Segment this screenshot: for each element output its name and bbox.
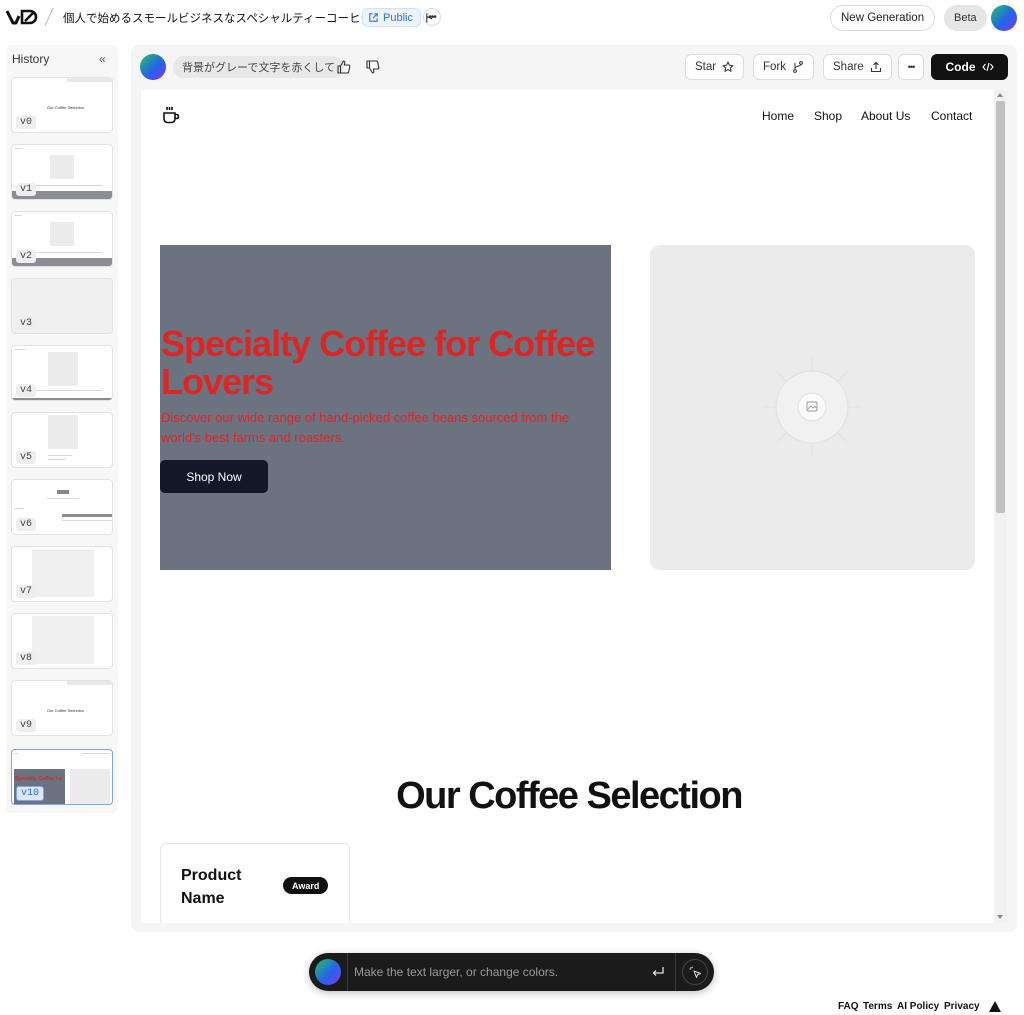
prompt-input[interactable] (354, 962, 634, 982)
star-button[interactable]: Star (685, 54, 745, 80)
scroll-down-arrow-icon[interactable] (997, 915, 1003, 919)
product-card[interactable]: Product Name Award (160, 843, 350, 923)
footer-privacy-link[interactable]: Privacy (944, 1001, 980, 1012)
footer-ai-policy-link[interactable]: AI Policy (897, 1001, 939, 1012)
preview-scrollbar[interactable] (994, 90, 1007, 923)
scroll-up-arrow-icon[interactable] (997, 93, 1003, 97)
version-label: v3 (16, 317, 37, 330)
more-icon: ••• (907, 62, 916, 72)
history-version-thumb[interactable]: Our Coffee Selection v9 (11, 680, 113, 736)
site-preview: Home Shop About Us Contact Specialty Cof… (141, 90, 1007, 923)
version-label: v7 (16, 585, 37, 598)
star-icon (722, 61, 734, 72)
more-icon: ••• (428, 11, 436, 23)
history-version-thumb[interactable]: v7 (11, 546, 113, 602)
shop-now-button[interactable]: Shop Now (160, 460, 268, 493)
fork-label: Fork (763, 61, 786, 73)
prompt-text: 背景がグレーで文字を赤くして (182, 62, 336, 74)
top-bar: 個人で始めるスモールビジネスなスペシャルティーコーヒーのECサイト Public… (0, 0, 1024, 36)
award-label: Award (292, 880, 320, 891)
version-label: v6 (16, 518, 37, 531)
share-button[interactable]: Share (823, 54, 892, 80)
visibility-badge[interactable]: Public (362, 8, 421, 27)
beta-label: Beta (954, 12, 977, 24)
code-label: Code (945, 60, 976, 74)
vercel-triangle-icon[interactable] (989, 1001, 1001, 1012)
user-avatar[interactable] (991, 5, 1017, 31)
cursor-select-icon (689, 966, 701, 978)
section-title: Our Coffee Selection (396, 775, 743, 817)
breadcrumb-separator-icon (44, 7, 54, 27)
footer-terms-link[interactable]: Terms (863, 1001, 892, 1012)
version-label: v5 (16, 451, 37, 464)
history-version-thumb[interactable]: v6 (11, 479, 113, 535)
footer-faq-link[interactable]: FAQ (838, 1001, 859, 1012)
nav-contact[interactable]: Contact (931, 109, 972, 123)
fork-button[interactable]: Fork (753, 54, 814, 80)
v0-logo-icon[interactable] (6, 8, 40, 26)
more-actions-button[interactable]: ••• (898, 54, 924, 80)
version-label: v10 (16, 786, 45, 801)
chat-user-avatar (140, 54, 166, 80)
share-label: Share (833, 61, 864, 73)
history-version-thumb[interactable]: Our Coffee Selection v0 (11, 77, 113, 133)
thumb-text: Our Coffee Selection (47, 708, 85, 713)
history-version-thumb[interactable]: v8 (11, 613, 113, 669)
hero-title: Specialty Coffee for Coffee Lovers (161, 323, 595, 402)
coffee-cup-icon[interactable] (161, 105, 181, 125)
nav-home[interactable]: Home (762, 109, 794, 123)
main-panel: 背景がグレーで文字を赤くして Star Fork Share ••• Code … (131, 45, 1017, 932)
external-link-icon (369, 13, 378, 22)
thumbs-down-icon[interactable] (365, 59, 381, 75)
version-label: v2 (16, 250, 37, 263)
code-button[interactable]: Code (931, 54, 1008, 80)
element-picker-button[interactable] (682, 959, 708, 985)
history-version-thumb-active[interactable]: Specialty Coffee for v10 (11, 749, 113, 805)
history-title: History (12, 52, 50, 66)
new-generation-button[interactable]: New Generation (830, 5, 936, 31)
prompt-bubble: 背景がグレーで文字を赤くして (173, 56, 345, 78)
history-version-thumb[interactable]: v3 (11, 278, 113, 334)
code-icon (981, 62, 994, 72)
enter-icon[interactable] (651, 965, 665, 979)
thumbs-up-icon[interactable] (336, 59, 352, 75)
thumb-text: Our Coffee Selection (47, 105, 85, 110)
hero-subtitle: Discover our wide range of hand-picked c… (161, 410, 570, 445)
collapse-sidebar-icon[interactable]: « (99, 52, 106, 66)
beta-badge: Beta (944, 5, 987, 31)
hero-section: Specialty Coffee for Coffee Lovers Disco… (160, 245, 611, 570)
visibility-label: Public (383, 11, 413, 24)
project-more-button[interactable]: ••• (423, 8, 441, 26)
prompt-avatar (315, 959, 341, 985)
image-placeholder-icon (762, 357, 862, 457)
version-label: v8 (16, 652, 37, 665)
version-label: v4 (16, 384, 37, 397)
product-name: Product Name (181, 867, 242, 907)
version-label: v0 (16, 116, 37, 129)
history-version-thumb[interactable]: v5 (11, 412, 113, 468)
new-generation-label: New Generation (841, 12, 925, 24)
scrollbar-thumb[interactable] (996, 101, 1005, 513)
shop-now-label: Shop Now (186, 469, 242, 484)
award-badge: Award (283, 877, 329, 894)
divider (675, 953, 676, 991)
prompt-bar (309, 953, 714, 991)
version-label: v9 (16, 719, 37, 732)
nav-about[interactable]: About Us (861, 109, 910, 123)
thumb-text: Specialty Coffee for (15, 776, 62, 782)
history-version-thumb[interactable]: v2 (11, 211, 113, 267)
history-version-thumb[interactable]: v1 (11, 144, 113, 200)
star-label: Star (695, 61, 717, 73)
hero-image-placeholder (650, 245, 975, 570)
nav-shop[interactable]: Shop (814, 109, 842, 123)
history-version-thumb[interactable]: v4 (11, 345, 113, 401)
history-sidebar: History « Our Coffee Selection v0 v1 v2 … (6, 45, 118, 813)
divider (347, 953, 348, 991)
version-label: v1 (16, 183, 37, 196)
share-icon (870, 61, 881, 73)
fork-icon (793, 61, 803, 73)
